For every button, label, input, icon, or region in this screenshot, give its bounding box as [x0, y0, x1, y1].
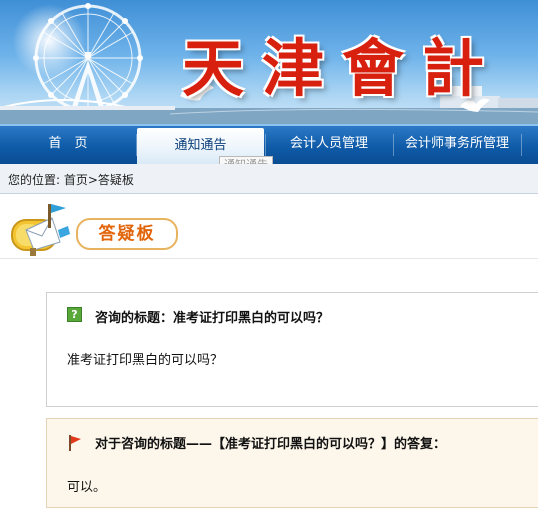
answer-panel: 对于咨询的标题——【准考证打印黑白的可以吗？】的答复： 可以。 [46, 418, 538, 508]
nav-divider [521, 134, 522, 156]
question-title: 咨询的标题：准考证打印黑白的可以吗？ [95, 311, 330, 326]
nav-item-firm-management[interactable]: 会计师事务所管理 [394, 126, 520, 164]
nav-item-accountant-management[interactable]: 会计人员管理 [266, 126, 392, 164]
breadcrumb[interactable]: 您的位置: 首页>答疑板 [8, 171, 134, 188]
site-logo: 天津會計 [182, 32, 503, 105]
mailbox-icon [11, 204, 70, 256]
red-flag-icon [69, 435, 81, 451]
question-panel: ? 咨询的标题：准考证打印黑白的可以吗？ 准考证打印黑白的可以吗？ [46, 292, 538, 407]
question-body: 准考证打印黑白的可以吗？ [67, 353, 224, 368]
question-icon: ? [67, 307, 82, 322]
header-banner: 天津會計 [0, 0, 538, 124]
answer-title: 对于咨询的标题——【准考证打印黑白的可以吗？】的答复： [95, 437, 447, 452]
nav-item-home[interactable]: 首 页 [0, 126, 136, 164]
section-title: 答疑板 [98, 224, 156, 244]
breadcrumb-bar: 您的位置: 首页>答疑板 [0, 164, 538, 194]
section-divider [0, 258, 538, 259]
section-title-bubble: 答疑板 [76, 218, 178, 250]
answer-body: 可以。 [67, 480, 107, 495]
